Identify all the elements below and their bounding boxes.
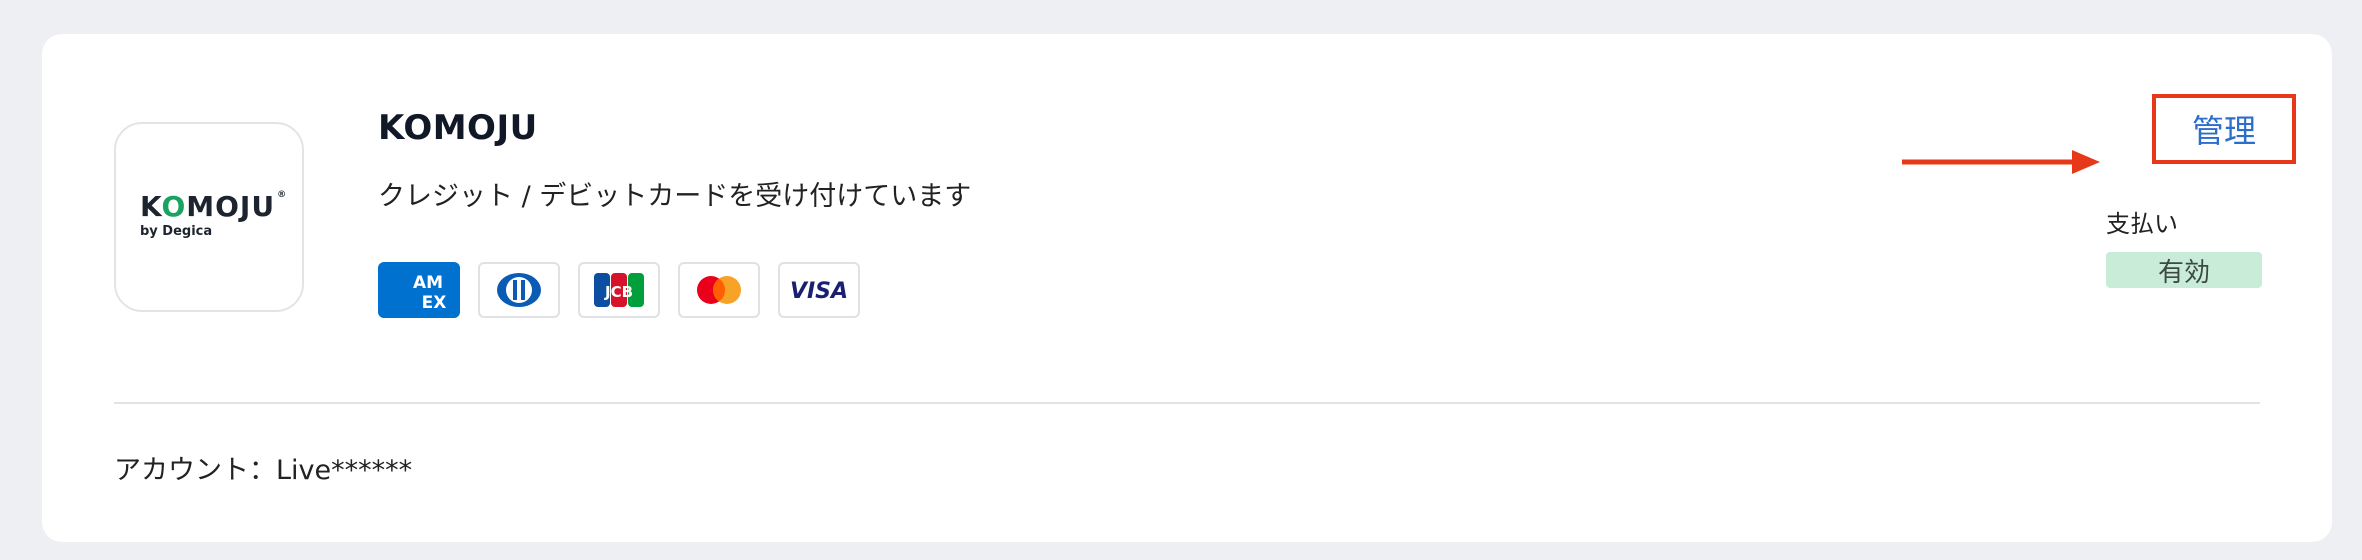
account-info: アカウント：Live****** <box>114 455 413 486</box>
provider-name: KOMOJU <box>378 108 538 148</box>
logo-letter-o: O <box>161 190 187 223</box>
svg-text:EX: EX <box>422 293 447 313</box>
svg-text:JCB: JCB <box>604 283 633 301</box>
payment-label: 支払い <box>2106 210 2178 238</box>
manage-highlight-box: 管理 <box>2152 94 2296 164</box>
logo-subtitle: by Degica <box>140 224 213 239</box>
logo-letter-k: K <box>140 190 162 223</box>
card-brand-list: AM EX JCB VISA <box>378 262 860 318</box>
mastercard-icon <box>678 262 760 318</box>
divider <box>114 402 2260 404</box>
provider-description: クレジット / デビットカードを受け付けています <box>378 181 972 212</box>
visa-icon: VISA <box>778 262 860 318</box>
svg-text:VISA: VISA <box>790 279 848 304</box>
diners-club-icon <box>478 262 560 318</box>
payment-provider-card: KOMOJU ® by Degica KOMOJU クレジット / デビットカード… <box>42 34 2332 542</box>
logo-letters-moju: MOJU <box>186 190 276 223</box>
provider-logo: KOMOJU ® by Degica <box>114 122 304 312</box>
arrow-right-icon <box>1902 150 2100 174</box>
logo-wordmark: KOMOJU ® <box>140 190 287 223</box>
jcb-icon: JCB <box>578 262 660 318</box>
logo-registered-mark: ® <box>277 190 288 200</box>
svg-text:AM: AM <box>413 273 443 293</box>
amex-icon: AM EX <box>378 262 460 318</box>
manage-link[interactable]: 管理 <box>2192 106 2256 152</box>
status-badge: 有効 <box>2106 252 2262 288</box>
